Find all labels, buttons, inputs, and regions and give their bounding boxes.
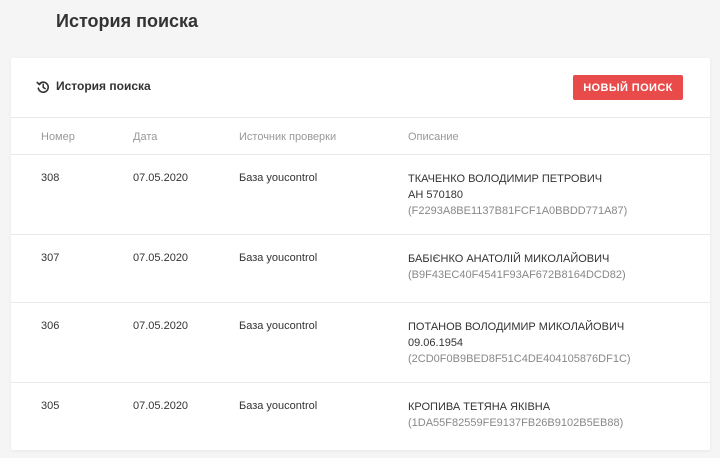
row-source: База youcontrol — [239, 320, 318, 332]
card-title: История поиска — [56, 79, 151, 93]
row-number: 305 — [41, 400, 60, 412]
description-hash: (2CD0F0B9BED8F51C4DE404105876DF1C) — [408, 353, 631, 365]
description-name: ТКАЧЕНКО ВОЛОДИМИР ПЕТРОВИЧ — [408, 173, 603, 185]
column-header-description[interactable]: Описание — [408, 131, 459, 143]
row-source: База youcontrol — [239, 252, 318, 264]
table-row[interactable]: 307 07.05.2020 База youcontrol БАБІЄНКО … — [11, 235, 710, 303]
description-hash: (F2293A8BE1137B81FCF1A0BBDD771A87) — [408, 205, 628, 217]
history-icon — [36, 80, 50, 94]
description-name: ПОТАНОВ ВОЛОДИМИР МИКОЛАЙОВИЧ — [408, 321, 625, 333]
row-description: БАБІЄНКО АНАТОЛІЙ МИКОЛАЙОВИЧ (B9F43EC40… — [408, 251, 626, 283]
column-header-number[interactable]: Номер — [41, 131, 75, 143]
row-description: ПОТАНОВ ВОЛОДИМИР МИКОЛАЙОВИЧ 09.06.1954… — [408, 319, 631, 367]
table-header: Номер Дата Источник проверки Описание — [11, 117, 710, 155]
row-source: База youcontrol — [239, 172, 318, 184]
row-number: 306 — [41, 320, 60, 332]
row-source: База youcontrol — [239, 400, 318, 412]
row-date: 07.05.2020 — [133, 252, 189, 264]
card-header: История поиска НОВЫЙ ПОИСК — [11, 58, 710, 118]
table-row[interactable]: 306 07.05.2020 База youcontrol ПОТАНОВ В… — [11, 303, 710, 383]
table-row[interactable]: 305 07.05.2020 База youcontrol КРОПИВА Т… — [11, 383, 710, 450]
description-hash: (1DA55F82559FE9137FB26B9102B5EB88) — [408, 417, 624, 429]
row-number: 308 — [41, 172, 60, 184]
row-date: 07.05.2020 — [133, 320, 189, 332]
description-name: БАБІЄНКО АНАТОЛІЙ МИКОЛАЙОВИЧ — [408, 253, 610, 265]
row-date: 07.05.2020 — [133, 400, 189, 412]
row-description: КРОПИВА ТЕТЯНА ЯКІВНА (1DA55F82559FE9137… — [408, 399, 623, 431]
column-header-source[interactable]: Источник проверки — [239, 131, 336, 143]
description-detail: 09.06.1954 — [408, 337, 464, 349]
description-name: КРОПИВА ТЕТЯНА ЯКІВНА — [408, 401, 551, 413]
row-number: 307 — [41, 252, 60, 264]
new-search-button[interactable]: НОВЫЙ ПОИСК — [573, 75, 683, 100]
row-description: ТКАЧЕНКО ВОЛОДИМИР ПЕТРОВИЧ АН 570180 (F… — [408, 171, 627, 219]
column-header-date[interactable]: Дата — [133, 131, 157, 143]
search-history-card: История поиска НОВЫЙ ПОИСК Номер Дата Ис… — [11, 58, 710, 450]
description-detail: АН 570180 — [408, 189, 464, 201]
description-hash: (B9F43EC40F4541F93AF672B8164DCD82) — [408, 269, 626, 281]
page-title: История поиска — [56, 11, 199, 31]
row-date: 07.05.2020 — [133, 172, 189, 184]
table-row[interactable]: 308 07.05.2020 База youcontrol ТКАЧЕНКО … — [11, 155, 710, 235]
